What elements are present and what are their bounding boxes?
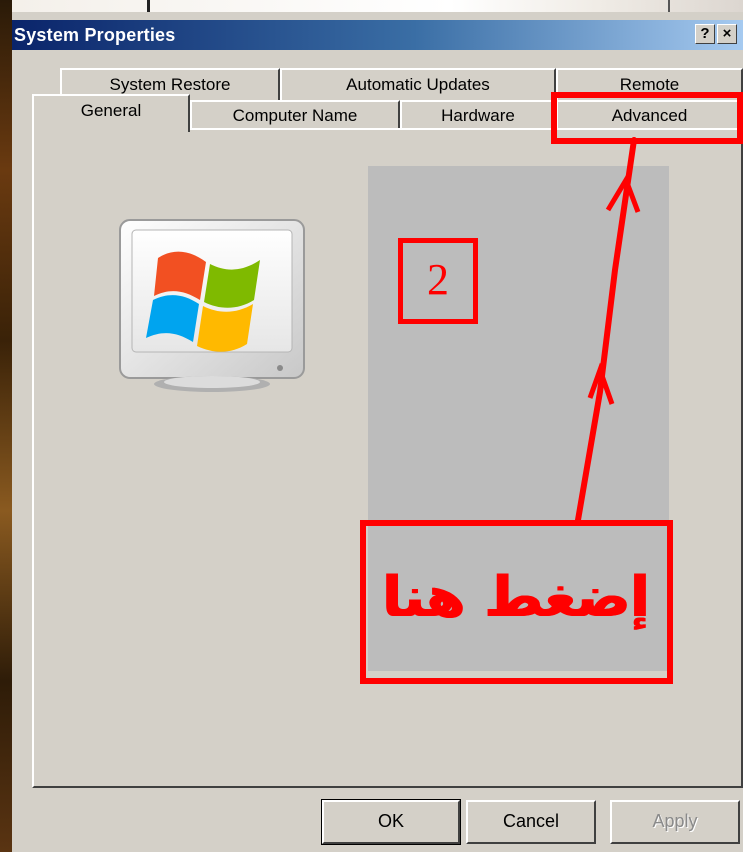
background-window-edge	[668, 0, 670, 12]
windows-xp-monitor-icon	[118, 218, 308, 398]
tab-hardware[interactable]: Hardware	[400, 100, 556, 130]
window-title: System Properties	[14, 25, 176, 45]
close-button[interactable]: ×	[717, 24, 737, 44]
tab-computer-name[interactable]: Computer Name	[190, 100, 400, 130]
desktop-background-left	[0, 0, 12, 852]
cancel-button[interactable]: Cancel	[466, 800, 596, 844]
step-number-badge: 2	[398, 238, 478, 324]
background-window-edge	[147, 0, 150, 12]
advanced-tab-highlight	[551, 92, 743, 144]
desktop-background-top	[12, 0, 743, 12]
help-button[interactable]: ?	[695, 24, 715, 44]
tab-general[interactable]: General	[32, 94, 190, 132]
tab-automatic-updates[interactable]: Automatic Updates	[280, 68, 556, 102]
apply-button[interactable]: Apply	[610, 800, 740, 844]
ok-button[interactable]: OK	[321, 799, 461, 845]
click-here-annotation-text: إضغط هنا	[382, 565, 650, 630]
